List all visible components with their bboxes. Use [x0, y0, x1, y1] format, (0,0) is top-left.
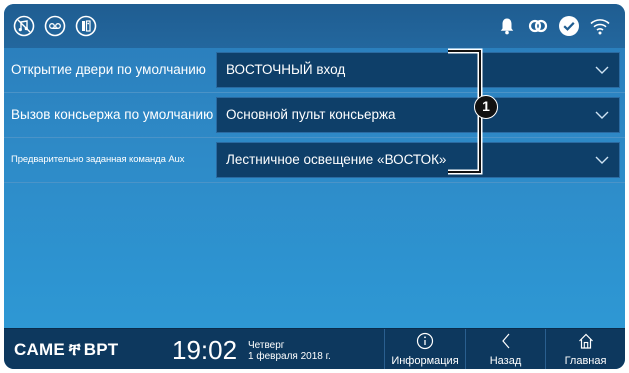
brand-mark-icon: ቸ [68, 340, 81, 359]
back-button[interactable]: Назад [465, 329, 545, 369]
callout-number-badge: 1 [474, 95, 498, 119]
date: 1 февраля 2018 г. [248, 351, 331, 362]
brand-left: CAME [14, 340, 65, 359]
default-concierge-select[interactable]: Основной пульт консьержа [216, 97, 620, 133]
info-button[interactable]: Информация [384, 329, 465, 369]
aux-command-select[interactable]: Лестничное освещение «ВОСТОК» [216, 142, 620, 178]
weekday: Четверг [248, 340, 285, 351]
voicemail-icon[interactable] [44, 15, 66, 37]
clock-time: 19:02 [172, 335, 238, 365]
link-icon [527, 15, 549, 37]
check-icon [558, 15, 580, 37]
brand-right: BPT [83, 340, 119, 359]
home-button[interactable]: Главная [545, 329, 625, 369]
default-door-label: Открытие двери по умолчанию [11, 62, 206, 77]
screen-frame: Открытие двери по умолчанию ВОСТОЧНЫЙ вх… [4, 4, 625, 369]
aux-command-label: Предварительно заданная команда Aux [11, 154, 185, 165]
aux-command-row: Предварительно заданная команда Aux Лест… [4, 138, 625, 182]
chevron-down-icon [595, 154, 609, 166]
chevron-down-icon [595, 109, 609, 121]
aux-command-value: Лестничное освещение «ВОСТОК» [226, 152, 447, 167]
wifi-icon [589, 15, 611, 37]
default-door-value: ВОСТОЧНЫЙ вход [226, 62, 346, 77]
default-concierge-row: Вызов консьержа по умолчанию Основной пу… [4, 93, 625, 137]
default-door-select[interactable]: ВОСТОЧНЫЙ вход [216, 52, 620, 88]
home-label: Главная [564, 355, 607, 367]
info-label: Информация [391, 355, 459, 367]
bell-icon [496, 15, 518, 37]
date-block: Четверг 1 февраля 2018 г. [248, 340, 331, 362]
back-label: Назад [489, 355, 522, 367]
bottom-bar: CAME ቸ BPT 19:02 Четверг 1 февраля 2018 г.… [4, 328, 625, 369]
intercom-icon[interactable] [75, 15, 97, 37]
brand-logo: CAME ቸ BPT [14, 340, 118, 360]
default-door-row: Открытие двери по умолчанию ВОСТОЧНЫЙ вх… [4, 48, 625, 92]
chevron-down-icon [595, 64, 609, 76]
chevron-left-icon [497, 332, 515, 350]
status-bar [4, 4, 625, 48]
info-icon [416, 332, 434, 350]
row-divider [4, 182, 625, 183]
default-concierge-label: Вызов консьержа по умолчанию [11, 107, 214, 122]
home-icon [577, 332, 595, 350]
default-concierge-value: Основной пульт консьержа [226, 107, 396, 122]
mute-icon[interactable] [13, 15, 35, 37]
